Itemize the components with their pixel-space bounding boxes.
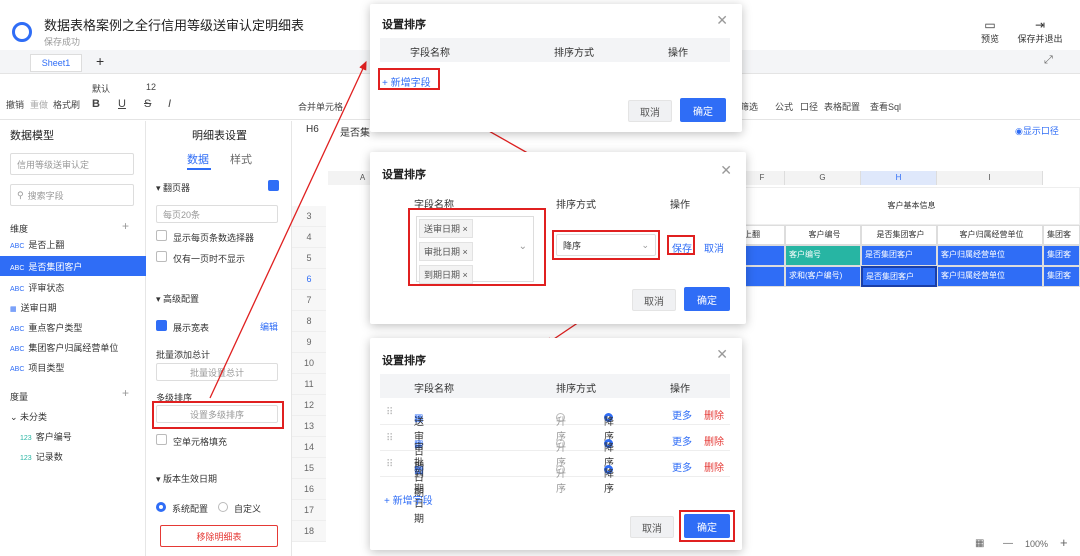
col-op: 操作 — [670, 200, 690, 211]
sort-dialog-result: 设置排序 ✕ 字段名称 排序方式 操作 ⠿ ▦ 送审日期 升序 降序 更多 删除… — [370, 338, 742, 550]
highlight-box — [408, 208, 546, 286]
col-field: 字段名称 — [414, 384, 454, 395]
dialog-title: 设置排序 — [382, 19, 426, 31]
sort-row[interactable]: ⠿ ▦ 送审日期 升序 降序 更多 删除 — [380, 401, 730, 473]
drag-handle-icon[interactable]: ⠿ — [386, 407, 393, 418]
more-link[interactable]: 更多 — [672, 407, 692, 422]
delete-link[interactable]: 删除 — [704, 433, 724, 448]
ok-button[interactable]: 确定 — [684, 287, 730, 311]
col-op: 操作 — [668, 48, 688, 59]
highlight-box — [679, 510, 735, 542]
dialog-title: 设置排序 — [382, 355, 426, 367]
col-field: 字段名称 — [410, 48, 450, 59]
more-link[interactable]: 更多 — [672, 459, 692, 474]
cancel-button[interactable]: 取消 — [630, 516, 674, 538]
sort-row[interactable]: ⠿ ▦ 到期日期 升序 降序 更多 删除 — [380, 453, 730, 525]
sort-row[interactable]: ⠿ ▦ 审批日期 升序 降序 更多 删除 — [380, 427, 730, 499]
sort-dialog-empty: 设置排序 ✕ 字段名称 排序方式 操作 + 新增字段 取消 确定 — [370, 4, 742, 132]
ok-button[interactable]: 确定 — [680, 98, 726, 122]
add-field-button[interactable]: + 新增字段 — [384, 492, 433, 507]
close-icon[interactable]: ✕ — [716, 12, 728, 29]
col-op: 操作 — [670, 384, 690, 395]
delete-link[interactable]: 删除 — [704, 407, 724, 422]
cancel-button[interactable]: 取消 — [628, 100, 672, 122]
cancel-link[interactable]: 取消 — [704, 240, 724, 255]
table-header: 字段名称 排序方式 操作 — [380, 374, 730, 398]
dialog-title: 设置排序 — [382, 169, 426, 181]
delete-link[interactable]: 删除 — [704, 459, 724, 474]
close-icon[interactable]: ✕ — [716, 346, 728, 363]
highlight-box — [667, 235, 695, 255]
arrow-line — [209, 60, 367, 399]
cancel-button[interactable]: 取消 — [632, 289, 676, 311]
drag-handle-icon[interactable]: ⠿ — [386, 459, 393, 470]
table-header: 字段名称 排序方式 操作 — [380, 38, 730, 62]
drag-handle-icon[interactable]: ⠿ — [386, 433, 393, 444]
highlight-box — [378, 68, 440, 90]
more-link[interactable]: 更多 — [672, 433, 692, 448]
close-icon[interactable]: ✕ — [720, 162, 732, 179]
col-order: 排序方式 — [556, 200, 596, 211]
highlight-box — [552, 230, 660, 260]
col-order: 排序方式 — [556, 384, 596, 395]
sort-dialog-editing: 设置排序 ✕ 字段名称 排序方式 操作 送审日期 × 审批日期 × 到期日期 ×… — [370, 152, 746, 324]
col-order: 排序方式 — [554, 48, 594, 59]
